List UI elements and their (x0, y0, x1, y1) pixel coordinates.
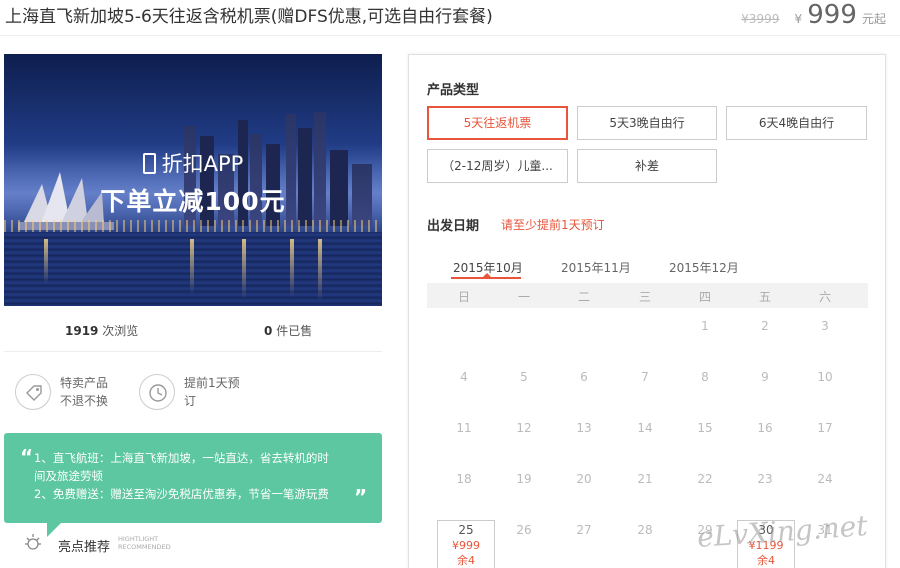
sold-count: 0 (264, 324, 273, 338)
highlights-box: “ 1、直飞航班：上海直飞新加坡，一站直达，省去转机的时 间及旅途劳顿 2、免费… (4, 433, 382, 523)
month-tab-nov[interactable]: 2015年11月 (561, 259, 631, 276)
light-reflection (44, 239, 48, 284)
light-reflection (318, 239, 322, 301)
banner-app-line: 折扣APP (4, 148, 382, 178)
views-label: 次浏览 (102, 324, 139, 338)
feature-no-refund: 特卖产品 不退不换 (15, 372, 125, 412)
calendar-day: 26 (516, 523, 532, 537)
calendar-day: 13 (576, 421, 592, 435)
feature-label: 提前1天预 订 (184, 376, 240, 408)
tag-icon (15, 374, 51, 410)
option-5day-3night[interactable]: 5天3晚自由行 (577, 106, 717, 140)
lightbulb-icon (25, 534, 41, 550)
option-5day-flight[interactable]: 5天往返机票 (427, 106, 568, 140)
month-tab-dec[interactable]: 2015年12月 (669, 259, 739, 276)
calendar-day: 6 (580, 370, 588, 384)
product-type-title: 产品类型 (427, 83, 480, 98)
weekday-header: 日 一 二 三 四 五 六 (427, 283, 868, 308)
departure-title: 出发日期 (427, 219, 480, 234)
weekday-sat: 六 (818, 290, 831, 304)
day-price: ¥999 (452, 539, 480, 552)
page-header: 上海直飞新加坡5-6天往返含税机票(赠DFS优惠,可选自由行套餐) ¥3999 … (0, 0, 900, 36)
light-reflection (290, 239, 294, 297)
weekday-thu: 四 (698, 290, 711, 304)
option-child[interactable]: （2-12周岁）儿童... (427, 149, 568, 183)
banner-line1: 折扣APP (161, 152, 244, 176)
calendar-day: 1 (701, 319, 709, 333)
weekday-fri: 五 (758, 290, 771, 304)
feature-label: 特卖产品 不退不换 (60, 376, 109, 408)
calendar-day: 17 (817, 421, 833, 435)
currency-symbol: ¥ (794, 12, 803, 26)
weekday-sun: 日 (457, 290, 470, 304)
calendar-day: 21 (637, 472, 653, 486)
sold-stat: 0 件已售 (264, 322, 312, 339)
calendar-day: 14 (637, 421, 653, 435)
calendar-day-available[interactable]: 25 ¥999 余4 (437, 520, 495, 568)
calendar-day: 9 (761, 370, 769, 384)
calendar-day: 18 (456, 472, 472, 486)
option-price-difference[interactable]: 补差 (577, 149, 717, 183)
highlights-label-en: HIGHTLIGHT RECOMMENDED (118, 535, 171, 551)
views-stat: 1919 次浏览 (65, 322, 138, 339)
calendar-day: 10 (817, 370, 833, 384)
clock-icon (139, 374, 175, 410)
calendar-day: 24 (817, 472, 833, 486)
calendar-day: 23 (757, 472, 773, 486)
option-6day-4night[interactable]: 6天4晚自由行 (726, 106, 867, 140)
calendar-day: 28 (637, 523, 653, 537)
calendar-day: 8 (701, 370, 709, 384)
day-number: 25 (458, 523, 474, 537)
current-price: 999 (807, 0, 857, 30)
price-suffix: 元起 (861, 12, 886, 26)
feature-advance-booking: 提前1天预 订 (139, 372, 259, 412)
close-quote-icon: ” (354, 485, 368, 509)
day-stock: 余4 (457, 554, 475, 567)
calendar-day: 7 (641, 370, 649, 384)
phone-icon (142, 153, 156, 174)
day-stock: 余4 (757, 554, 775, 567)
views-count: 1919 (65, 324, 99, 338)
weekday-mon: 一 (517, 290, 530, 304)
calendar-day: 20 (576, 472, 592, 486)
highlights-pointer (47, 523, 61, 537)
booking-hint: 请至少提前1天预订 (501, 218, 605, 232)
calendar-day: 4 (460, 370, 468, 384)
promo-banner[interactable]: 折扣APP 下单立减100元 (4, 54, 382, 306)
calendar-day: 16 (757, 421, 773, 435)
highlights-label: 亮点推荐 (58, 540, 111, 555)
calendar-day: 3 (821, 319, 829, 333)
price-block: ¥3999 ¥ 999 元起 (741, 0, 886, 30)
original-price: ¥3999 (741, 12, 780, 26)
highlights-text: 1、直飞航班：上海直飞新加坡，一站直达，省去转机的时 间及旅途劳顿 2、免费赠送… (34, 451, 329, 501)
calendar-day: 19 (516, 472, 532, 486)
calendar-day: 15 (697, 421, 713, 435)
calendar-day: 12 (516, 421, 532, 435)
calendar-day: 11 (456, 421, 472, 435)
calendar-day: 27 (576, 523, 592, 537)
banner-line2: 下单立减100元 (100, 187, 286, 216)
calendar-day: 2 (761, 319, 769, 333)
light-reflection (242, 239, 246, 299)
sold-label: 件已售 (276, 324, 313, 338)
weekday-tue: 二 (577, 290, 590, 304)
weekday-wed: 三 (638, 290, 651, 304)
active-month-pointer (482, 273, 492, 278)
light-reflection (190, 239, 194, 294)
open-quote-icon: “ (20, 445, 34, 469)
product-title: 上海直飞新加坡5-6天往返含税机票(赠DFS优惠,可选自由行套餐) (5, 7, 493, 27)
calendar-day: 5 (520, 370, 528, 384)
calendar-day: 22 (697, 472, 713, 486)
product-stats: 1919 次浏览 0 件已售 (4, 312, 382, 352)
